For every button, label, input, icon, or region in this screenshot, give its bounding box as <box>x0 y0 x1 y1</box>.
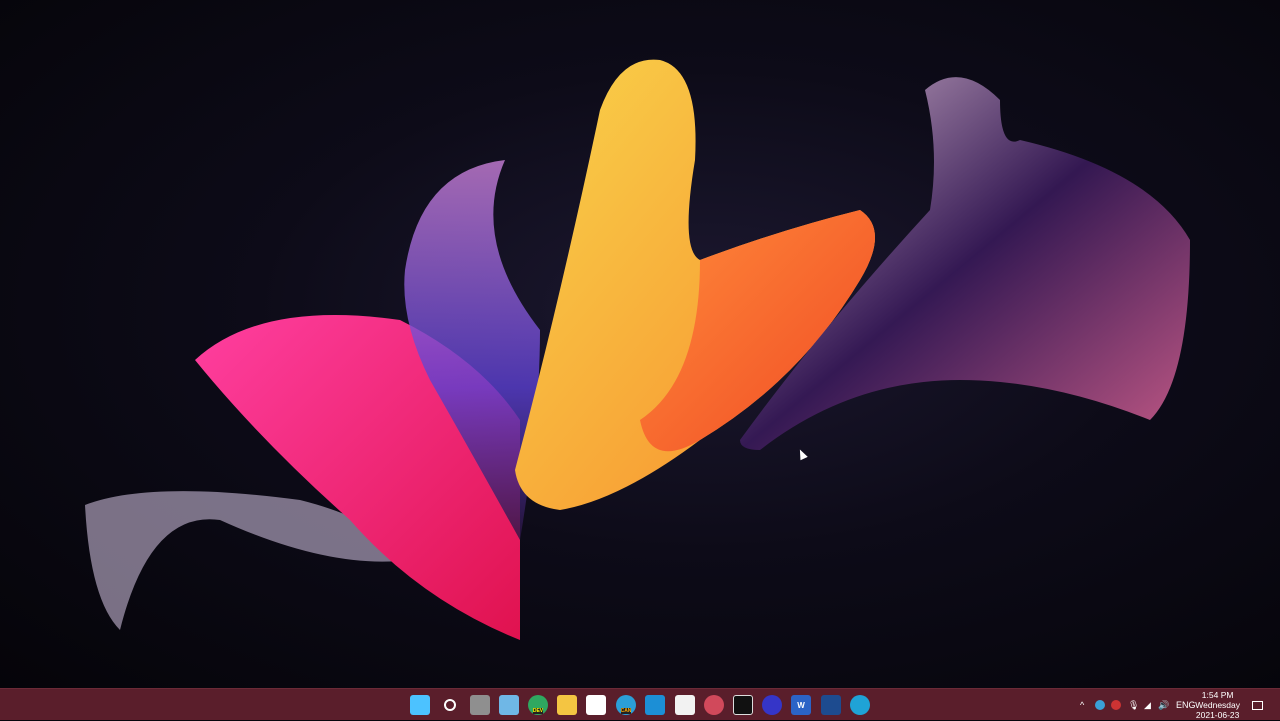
window-app-icon[interactable] <box>821 695 841 715</box>
notification-icon[interactable] <box>1252 689 1263 721</box>
security-icon[interactable] <box>1111 689 1121 721</box>
edge-canary-badge: CAN <box>620 708 632 714</box>
edge-dev-icon[interactable]: DEV <box>528 695 548 715</box>
edge-icon[interactable] <box>850 695 870 715</box>
desktop-wallpaper <box>0 0 1280 688</box>
microphone-icon[interactable]: 🎙 <box>1128 689 1139 721</box>
start-icon[interactable] <box>410 695 430 715</box>
network-app-icon[interactable] <box>1095 689 1105 721</box>
store-icon[interactable] <box>586 695 606 715</box>
mail-icon[interactable] <box>645 695 665 715</box>
edge-canary-icon[interactable]: CAN <box>616 695 636 715</box>
edge-dev-badge: DEV <box>532 708 544 714</box>
language-indicator[interactable]: ENG <box>1176 689 1196 721</box>
word-icon[interactable]: W <box>791 695 811 715</box>
show-hidden-icons-button[interactable]: ^ <box>1080 689 1084 721</box>
volume-icon[interactable]: 🔊 <box>1158 689 1169 721</box>
podcast-app-icon[interactable] <box>704 695 724 715</box>
clock-date: 2021-06-23 <box>1195 710 1240 720</box>
wifi-icon[interactable]: ◢ <box>1144 689 1151 721</box>
taskbar: DEV CAN W ^ 🎙 ◢ 🔊 ENG 1:54 PM Wednesday … <box>0 688 1280 720</box>
widgets-icon[interactable] <box>499 695 519 715</box>
terminal-app-icon[interactable] <box>733 695 753 715</box>
search-icon[interactable] <box>440 695 460 715</box>
media-app-icon[interactable] <box>762 695 782 715</box>
clock-time: 1:54 PM <box>1201 690 1234 700</box>
file-explorer-icon[interactable] <box>557 695 577 715</box>
wallpaper-art <box>85 59 1190 640</box>
clock[interactable]: 1:54 PM Wednesday 2021-06-23 <box>1195 690 1240 720</box>
app-icon[interactable] <box>675 695 695 715</box>
task-view-icon[interactable] <box>470 695 490 715</box>
clock-day: Wednesday <box>1195 700 1240 710</box>
